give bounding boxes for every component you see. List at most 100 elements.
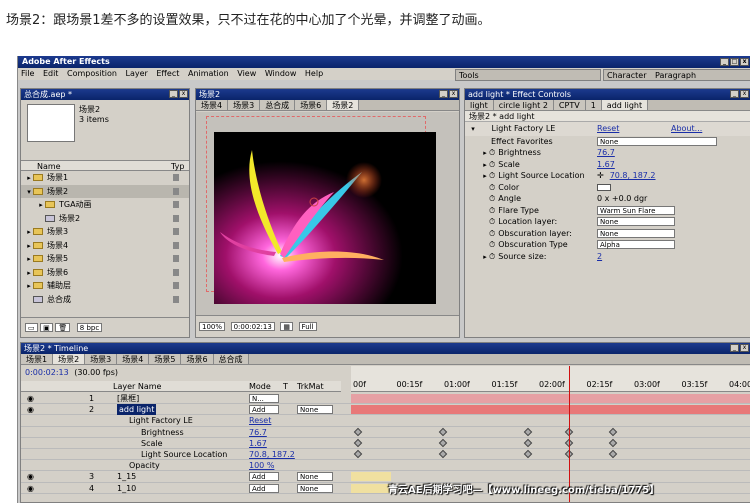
layer-mode[interactable]: Reset	[249, 415, 271, 426]
menu-help[interactable]: Help	[305, 69, 323, 78]
tab-character[interactable]: Character	[607, 71, 647, 80]
chevron-down-icon[interactable]: ▾	[25, 186, 33, 200]
layer-mode[interactable]: 76.7	[249, 427, 267, 438]
project-item[interactable]: 总合成	[21, 293, 189, 307]
project-item[interactable]: ▸ 场景3	[21, 225, 189, 239]
ec-param-value[interactable]: 76.7	[597, 147, 615, 159]
tl-col-layer[interactable]: Layer Name	[113, 381, 161, 392]
new-folder-button[interactable]: ▭	[25, 323, 38, 332]
project-item[interactable]: ▸ 场景6	[21, 266, 189, 280]
col-name[interactable]: Name	[37, 162, 61, 171]
eye-icon[interactable]: ◉	[27, 404, 34, 415]
stopwatch-icon[interactable]: ⏱	[489, 229, 495, 238]
ec-point-value[interactable]: 70.8, 187.2	[610, 171, 656, 180]
layer-duration-bar[interactable]	[351, 394, 750, 403]
tab-paragraph[interactable]: Paragraph	[655, 71, 696, 80]
tl-col-trkmat[interactable]: TrkMat	[297, 381, 324, 392]
ec-reset-link[interactable]: Reset	[597, 122, 619, 136]
stopwatch-icon[interactable]: ⏱	[489, 217, 495, 226]
timeline-row[interactable]: Light Source Location 70.8, 187.2	[21, 449, 750, 461]
property-track[interactable]	[351, 416, 750, 425]
chevron-right-icon[interactable]: ▸	[37, 199, 45, 213]
tl-tab-3[interactable]: 场景3	[85, 354, 118, 364]
timeline-row[interactable]: ◉ 1 [黑框] N...	[21, 393, 750, 405]
stopwatch-icon[interactable]: ⏱	[489, 252, 495, 261]
ec-param-value[interactable]: Warm Sun Flare	[597, 205, 675, 215]
timeline-row[interactable]: Light Factory LE Reset	[21, 415, 750, 427]
ec-close-icon[interactable]: x	[740, 90, 749, 98]
property-track[interactable]	[351, 450, 750, 459]
bpc-button[interactable]: 8 bpc	[76, 323, 103, 332]
ec-param-value[interactable]: 2	[597, 251, 602, 263]
project-item[interactable]: ▸ 辅助层	[21, 279, 189, 293]
tl-tab-5[interactable]: 场景5	[149, 354, 182, 364]
layer-trkmat[interactable]: None	[297, 483, 333, 493]
layer-mode[interactable]: 1.67	[249, 438, 267, 449]
ec-param-value[interactable]: None	[597, 136, 717, 146]
comp-tab-main[interactable]: 总合成	[260, 100, 296, 110]
color-swatch[interactable]	[597, 183, 611, 191]
menu-window[interactable]: Window	[265, 69, 297, 78]
timeline-row[interactable]: Scale 1.67	[21, 438, 750, 449]
project-item[interactable]: ▸ 场景5	[21, 252, 189, 266]
chevron-right-icon[interactable]: ▸	[25, 267, 33, 281]
chevron-right-icon[interactable]: ▸	[25, 280, 33, 294]
ec-tab-1[interactable]: 1	[585, 100, 602, 110]
eye-icon[interactable]: ◉	[27, 483, 34, 494]
menu-animation[interactable]: Animation	[188, 69, 229, 78]
ec-param-value[interactable]: None	[597, 217, 675, 226]
tl-tab-2[interactable]: 场景2	[53, 354, 86, 364]
layer-name[interactable]: Light Factory LE	[129, 415, 193, 426]
timeline-row[interactable]: Brightness 76.7	[21, 427, 750, 438]
stopwatch-icon[interactable]: ⏱	[489, 148, 495, 157]
menu-view[interactable]: View	[237, 69, 256, 78]
timecode-display[interactable]: 0:00:02:13	[230, 322, 275, 331]
tl-tab-1[interactable]: 场景1	[21, 354, 54, 364]
ec-min-button[interactable]: _	[730, 90, 739, 98]
layer-name[interactable]: 1_15	[117, 471, 136, 482]
chevron-right-icon[interactable]: ▸	[481, 252, 489, 264]
stopwatch-icon[interactable]: ⏱	[489, 206, 495, 215]
stopwatch-icon[interactable]: ⏱	[489, 240, 495, 249]
tl-tab-4[interactable]: 场景4	[117, 354, 150, 364]
layer-duration-bar[interactable]	[351, 472, 391, 482]
layer-name[interactable]: 1_10	[117, 483, 136, 494]
layer-name[interactable]: Brightness	[141, 427, 184, 438]
project-item[interactable]: ▸ TGA动画	[21, 198, 189, 212]
new-comp-button[interactable]: ▣	[40, 323, 53, 332]
ec-tab-add-light[interactable]: add light	[601, 100, 649, 110]
comp-tab-6[interactable]: 场景6	[295, 100, 328, 110]
comp-viewer[interactable]	[196, 112, 459, 315]
property-track[interactable]	[351, 461, 750, 470]
ec-about-link[interactable]: About...	[671, 122, 702, 136]
chevron-right-icon[interactable]: ▸	[25, 253, 33, 267]
trash-icon[interactable]: 🗑	[55, 323, 71, 332]
layer-name[interactable]: Scale	[141, 438, 163, 449]
close-icon[interactable]: x	[740, 58, 749, 66]
project-close-icon[interactable]: x	[179, 90, 188, 98]
chevron-right-icon[interactable]: ▸	[25, 240, 33, 254]
maximize-button[interactable]: □	[730, 58, 739, 66]
menu-composition[interactable]: Composition	[67, 69, 117, 78]
layer-mode[interactable]: 100 %	[249, 460, 274, 471]
layer-trkmat[interactable]: None	[297, 405, 333, 415]
expand-icon[interactable]: ▾	[469, 123, 477, 137]
stopwatch-icon[interactable]: ⏱	[489, 160, 495, 169]
resolution-select[interactable]: Full	[298, 322, 317, 331]
layer-mode[interactable]: N...	[249, 394, 279, 403]
project-item[interactable]: ▾ 场景2	[21, 184, 189, 200]
menu-file[interactable]: File	[21, 69, 34, 78]
layer-trkmat[interactable]: None	[297, 472, 333, 482]
ec-param-value[interactable]: 0 x +0.0 dgr	[597, 193, 647, 205]
layer-duration-bar[interactable]	[351, 405, 750, 415]
ec-tab-cptv[interactable]: CPTV	[553, 100, 586, 110]
zoom-select[interactable]: 100%	[199, 322, 226, 331]
property-track[interactable]	[351, 428, 750, 437]
comp-close-icon[interactable]: x	[449, 90, 458, 98]
comp-tab-2[interactable]: 场景2	[327, 100, 360, 110]
menu-effect[interactable]: Effect	[156, 69, 179, 78]
comp-tab-3[interactable]: 场景3	[228, 100, 261, 110]
ec-tab-light[interactable]: light	[465, 100, 494, 110]
menu-layer[interactable]: Layer	[126, 69, 148, 78]
tl-min-button[interactable]: _	[730, 344, 739, 352]
